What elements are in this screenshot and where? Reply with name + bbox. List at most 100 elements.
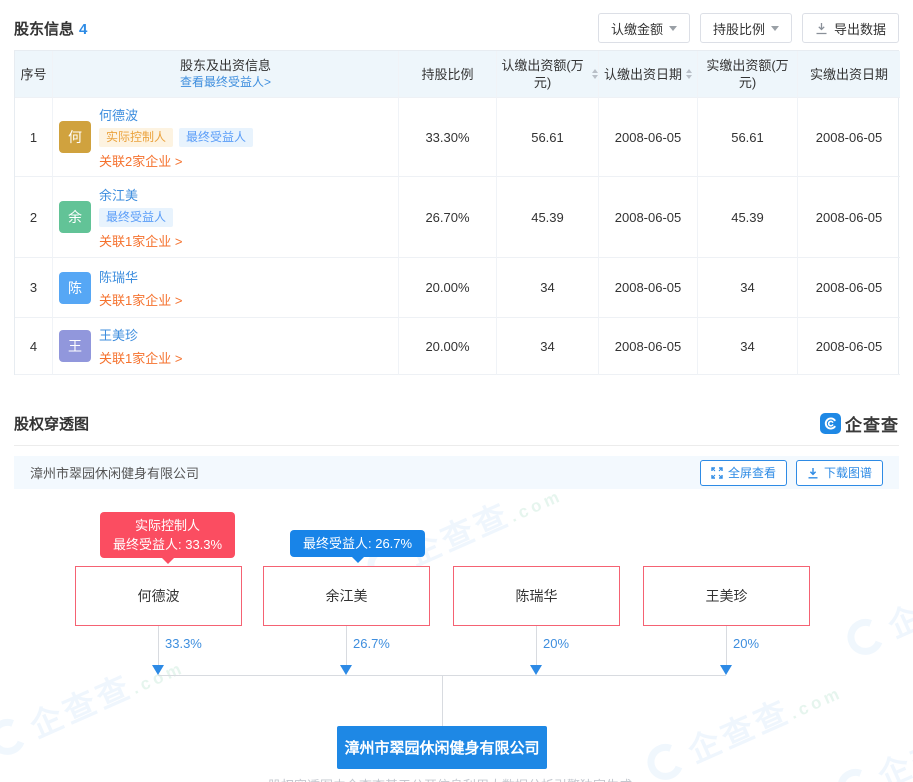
chart-node-shareholder[interactable]: 何德波 [75, 566, 242, 626]
chevron-down-icon [771, 26, 779, 31]
col-header-subscribed-date: 认缴出资日期 [599, 51, 698, 98]
col-header-index: 序号 [15, 51, 53, 98]
filter-label: 持股比例 [713, 19, 765, 38]
cell-subscribed-date: 2008-06-05 [599, 177, 698, 258]
col-header-paid-amount: 实缴出资额(万元) [698, 51, 798, 98]
download-label: 下载图谱 [824, 464, 872, 481]
connector-line [726, 626, 727, 665]
shareholder-table: 序号 股东及出资信息 查看最终受益人> 持股比例 认缴出资额(万元) 认缴出资日… [14, 50, 899, 375]
table-row-shareholder: 余 余江美 最终受益人 关联1家企业 > [53, 177, 399, 258]
equity-section-title: 股权穿透图 [14, 413, 89, 434]
chart-node-shareholder[interactable]: 王美珍 [643, 566, 810, 626]
chart-node-shareholder[interactable]: 陈瑞华 [453, 566, 620, 626]
export-data-button[interactable]: 导出数据 [802, 13, 899, 43]
col-header-text: 认缴出资额(万元) [497, 57, 588, 91]
row-index: 2 [15, 177, 53, 258]
cell-ratio: 20.00% [399, 258, 497, 318]
actual-controller-tag: 实际控制人 [99, 128, 173, 147]
related-companies-link[interactable]: 关联1家企业 > [99, 348, 182, 367]
qichacha-logo-icon [820, 413, 841, 434]
qcc-watermark: 企查查.com [0, 639, 190, 766]
qcc-watermark: 企查查.com [840, 539, 913, 666]
beneficiary-tag: 最终受益人 [179, 128, 253, 147]
export-label: 导出数据 [834, 19, 886, 38]
arrow-down-icon [152, 665, 164, 675]
col-header-text: 认缴出资日期 [604, 66, 682, 83]
chart-company-name: 漳州市翠园休闲健身有限公司 [30, 463, 691, 482]
arrow-down-icon [720, 665, 732, 675]
badge-line: 实际控制人 [113, 516, 222, 535]
download-chart-button[interactable]: 下载图谱 [796, 460, 883, 486]
ownership-percent-label: 20% [543, 636, 569, 651]
cell-subscribed-amount: 45.39 [497, 177, 599, 258]
col-header-subscribed-amount: 认缴出资额(万元) [497, 51, 599, 98]
qcc-watermark-icon [0, 713, 31, 761]
shareholder-name-link[interactable]: 何德波 [99, 105, 253, 124]
shareholder-section-title: 股东信息 4 [14, 18, 87, 39]
connector-line [442, 675, 443, 726]
badge-line: 最终受益人: 33.3% [113, 535, 222, 554]
section-title-text: 股东信息 [14, 21, 74, 38]
cell-subscribed-date: 2008-06-05 [599, 318, 698, 375]
related-companies-link[interactable]: 关联1家企业 > [99, 290, 182, 309]
ownership-percent-label: 33.3% [165, 636, 202, 651]
chevron-down-icon [669, 26, 677, 31]
cell-paid-amount: 34 [698, 258, 798, 318]
shareholder-count: 4 [79, 21, 87, 38]
table-row-shareholder: 王 王美珍 关联1家企业 > [53, 318, 399, 375]
cell-paid-date: 2008-06-05 [798, 98, 900, 177]
cell-paid-amount: 34 [698, 318, 798, 375]
chart-node-company[interactable]: 漳州市翠园休闲健身有限公司 [337, 726, 547, 769]
cell-paid-date: 2008-06-05 [798, 258, 900, 318]
equity-chart-canvas: 企查查.com 企查查.com 企查查.com 企查查.com 企查查.com … [0, 489, 913, 782]
fullscreen-icon [711, 467, 723, 479]
beneficiary-tag: 最终受益人 [99, 208, 173, 227]
beneficiary-badge: 最终受益人: 26.7% [290, 530, 425, 557]
cell-ratio: 20.00% [399, 318, 497, 375]
col-header-ratio: 持股比例 [399, 51, 497, 98]
related-companies-link[interactable]: 关联1家企业 > [99, 231, 182, 250]
cell-subscribed-amount: 34 [497, 318, 599, 375]
chart-footnote: 股权穿透图由企查查基于公开信息利用大数据分析引擎独家生成。 [0, 775, 913, 782]
download-icon [815, 22, 828, 35]
col-header-paid-date: 实缴出资日期 [798, 51, 900, 98]
sort-icon[interactable] [592, 69, 598, 79]
shareholder-name-link[interactable]: 陈瑞华 [99, 267, 182, 286]
chart-toolbar: 漳州市翠园休闲健身有限公司 全屏查看 下载图谱 [14, 456, 899, 489]
table-row-shareholder: 何 何德波 实际控制人 最终受益人 关联2家企业 > [53, 98, 399, 177]
qcc-watermark-icon [842, 613, 890, 661]
cell-paid-amount: 56.61 [698, 98, 798, 177]
fullscreen-label: 全屏查看 [728, 464, 776, 481]
view-beneficiary-link[interactable]: 查看最终受益人> [180, 74, 271, 91]
avatar: 何 [59, 121, 91, 153]
filter-label: 认缴金额 [611, 19, 663, 38]
row-index: 3 [15, 258, 53, 318]
ratio-filter-button[interactable]: 持股比例 [700, 13, 792, 43]
subscribed-amount-filter-button[interactable]: 认缴金额 [598, 13, 690, 43]
qcc-watermark: 企查查.com [830, 689, 913, 782]
shareholder-name-link[interactable]: 王美珍 [99, 325, 182, 344]
connector-line [346, 626, 347, 665]
connector-line [158, 626, 159, 665]
qichacha-brand: 企查查 [820, 411, 899, 436]
sort-icon[interactable] [686, 69, 692, 79]
row-index: 1 [15, 98, 53, 177]
ownership-percent-label: 20% [733, 636, 759, 651]
shareholder-section: 股东信息4 认缴金额 持股比例 导出数据 序号 股东及出资信息 查看最终受益人 [0, 0, 913, 375]
cell-paid-date: 2008-06-05 [798, 177, 900, 258]
fullscreen-button[interactable]: 全屏查看 [700, 460, 787, 486]
table-row-shareholder: 陈 陈瑞华 关联1家企业 > [53, 258, 399, 318]
related-companies-link[interactable]: 关联2家企业 > [99, 151, 253, 170]
chart-node-shareholder[interactable]: 余江美 [263, 566, 430, 626]
col-header-text: 股东及出资信息 [180, 57, 271, 74]
cell-subscribed-amount: 56.61 [497, 98, 599, 177]
cell-subscribed-amount: 34 [497, 258, 599, 318]
qcc-watermark: 企查查.com [640, 664, 848, 782]
shareholder-name-link[interactable]: 余江美 [99, 185, 182, 204]
ownership-percent-label: 26.7% [353, 636, 390, 651]
download-icon [807, 467, 819, 479]
cell-ratio: 33.30% [399, 98, 497, 177]
col-header-shareholder: 股东及出资信息 查看最终受益人> [53, 51, 399, 98]
row-index: 4 [15, 318, 53, 375]
cell-ratio: 26.70% [399, 177, 497, 258]
